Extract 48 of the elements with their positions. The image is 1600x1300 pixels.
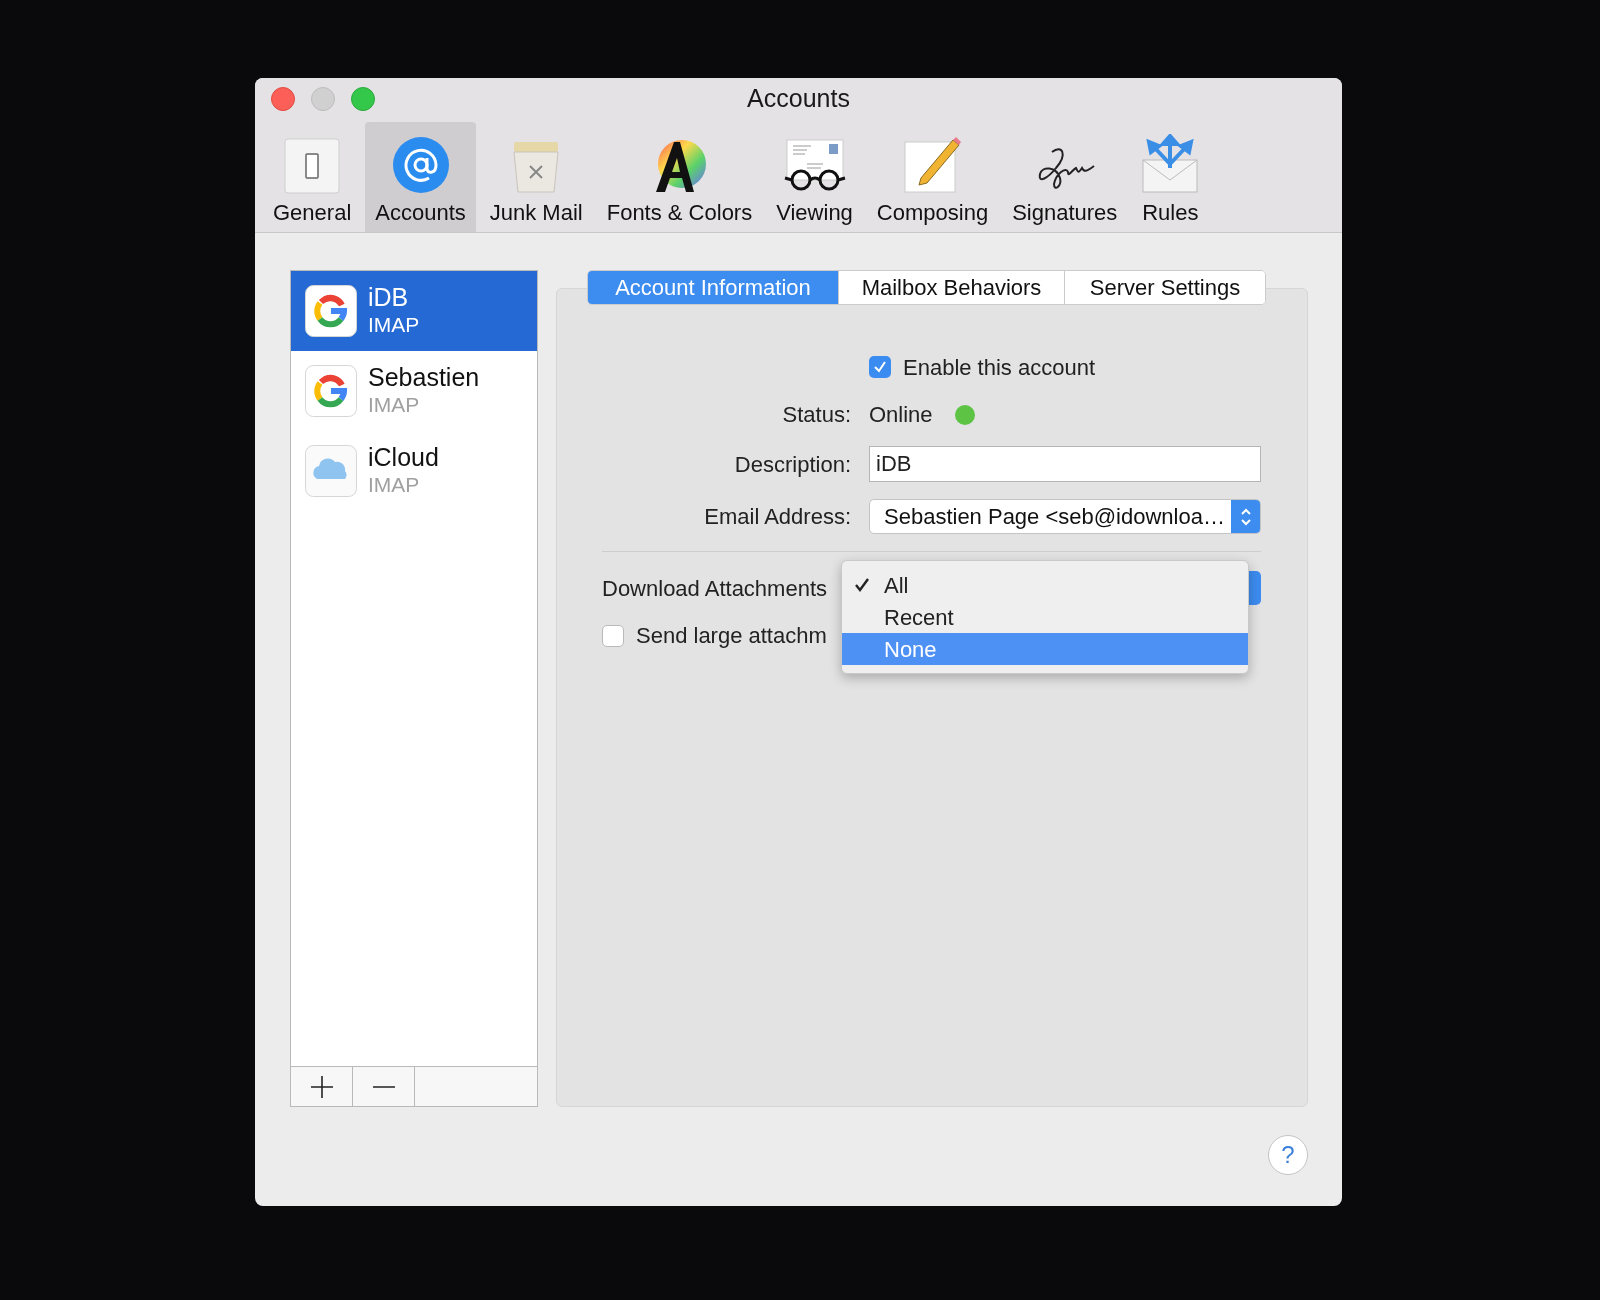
account-type: IMAP	[368, 472, 421, 498]
checkbox-label: Send large attachm	[636, 622, 827, 650]
toolbar-tab[interactable]: Accounts	[365, 122, 476, 232]
enable-checkbox[interactable]	[869, 356, 891, 378]
help-button[interactable]: ?	[1268, 1134, 1308, 1175]
field-label: Download Attachments	[602, 574, 828, 603]
email-popup-button[interactable]: Sebastien Page <seb@idownloa…	[869, 499, 1261, 534]
send-large-checkbox[interactable]	[602, 624, 624, 647]
checkmark-icon	[854, 577, 870, 593]
paper-pencil-icon	[902, 134, 963, 194]
checkmark-icon	[873, 360, 887, 374]
account-type: IMAP	[368, 312, 420, 338]
menu-item[interactable]: Recent	[842, 601, 1248, 633]
zoom-button[interactable]	[351, 87, 375, 111]
close-button[interactable]	[271, 87, 295, 111]
tab[interactable]: Server Settings	[1064, 271, 1265, 304]
account-name: iDB	[368, 283, 410, 311]
toolbar-tab[interactable]: Junk Mail	[479, 122, 593, 232]
plus-icon	[310, 1075, 333, 1098]
checkbox-label: Enable this account	[903, 353, 1096, 382]
account-name: Sebastien	[368, 363, 480, 391]
toolbar-tab[interactable]: General	[263, 122, 362, 232]
field-label: Description:	[733, 450, 851, 479]
account-name: iCloud	[368, 443, 439, 471]
envelope-arrows-icon	[1141, 134, 1200, 194]
google-g-icon	[305, 365, 357, 417]
menu-item[interactable]: All	[842, 569, 1248, 601]
toolbar-tab[interactable]: Rules	[1131, 122, 1210, 232]
account-row[interactable]: iDB IMAP	[291, 271, 537, 351]
toolbar-tab[interactable]: Viewing	[766, 122, 863, 232]
minimize-button[interactable]	[311, 87, 335, 111]
account-row[interactable]: Sebastien IMAP	[291, 351, 537, 431]
cloud-icon	[305, 445, 357, 497]
at-sign-icon	[391, 136, 450, 194]
field-label: Email Address:	[703, 503, 851, 531]
status-value: Online	[869, 401, 933, 429]
account-type: IMAP	[368, 392, 421, 418]
toolbar-tab[interactable]: Signatures	[1002, 122, 1128, 232]
light-switch-icon	[284, 138, 341, 194]
toolbar-tab[interactable]: Composing	[866, 122, 999, 232]
account-row[interactable]: iCloud IMAP	[291, 431, 537, 511]
minus-icon	[372, 1084, 395, 1089]
toolbar-tab[interactable]: Fonts & Colors	[596, 122, 763, 232]
field-label: Status:	[781, 401, 851, 429]
description-field[interactable]: iDB	[869, 446, 1261, 482]
up-down-chevron-icon	[1239, 506, 1252, 527]
google-g-icon	[305, 285, 357, 337]
window-title: Accounts	[747, 83, 850, 115]
